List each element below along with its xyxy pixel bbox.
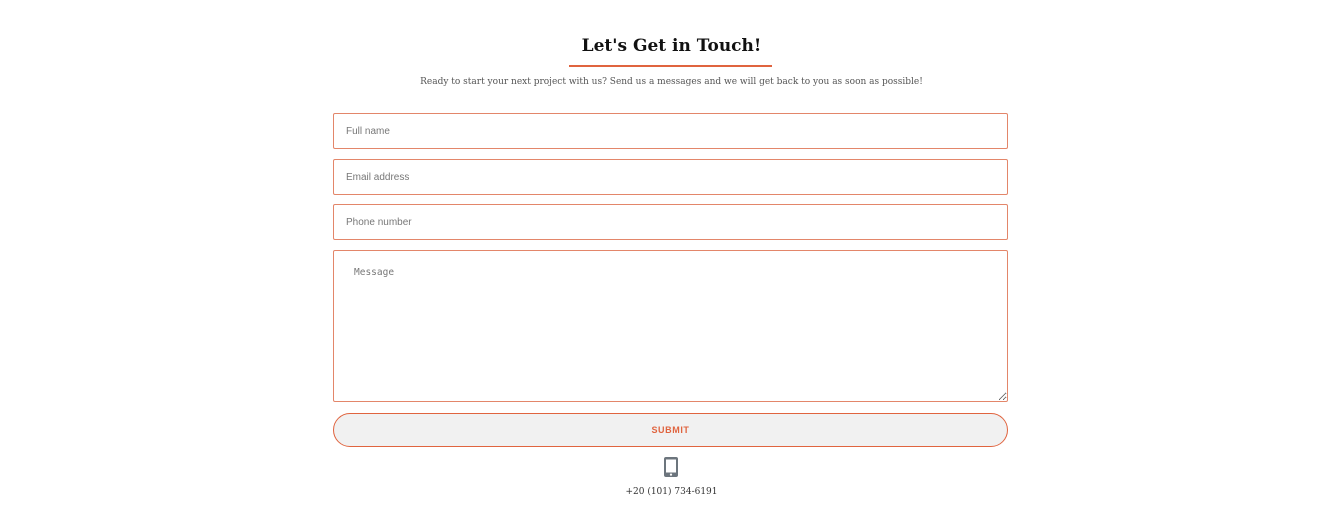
phone-number: +20 (101) 734-6191: [625, 487, 718, 497]
mobile-phone-icon: [664, 457, 678, 477]
page-title: Let's Get in Touch!: [581, 36, 762, 56]
message-textarea[interactable]: [333, 250, 1008, 402]
title-underline: [569, 65, 772, 67]
email-input[interactable]: [333, 159, 1008, 195]
contact-section: Let's Get in Touch! Ready to start your …: [0, 0, 1343, 531]
full-name-input[interactable]: [333, 113, 1008, 149]
page-subtitle: Ready to start your next project with us…: [420, 77, 923, 87]
submit-button[interactable]: SUBMIT: [333, 413, 1008, 447]
phone-input[interactable]: [333, 204, 1008, 240]
